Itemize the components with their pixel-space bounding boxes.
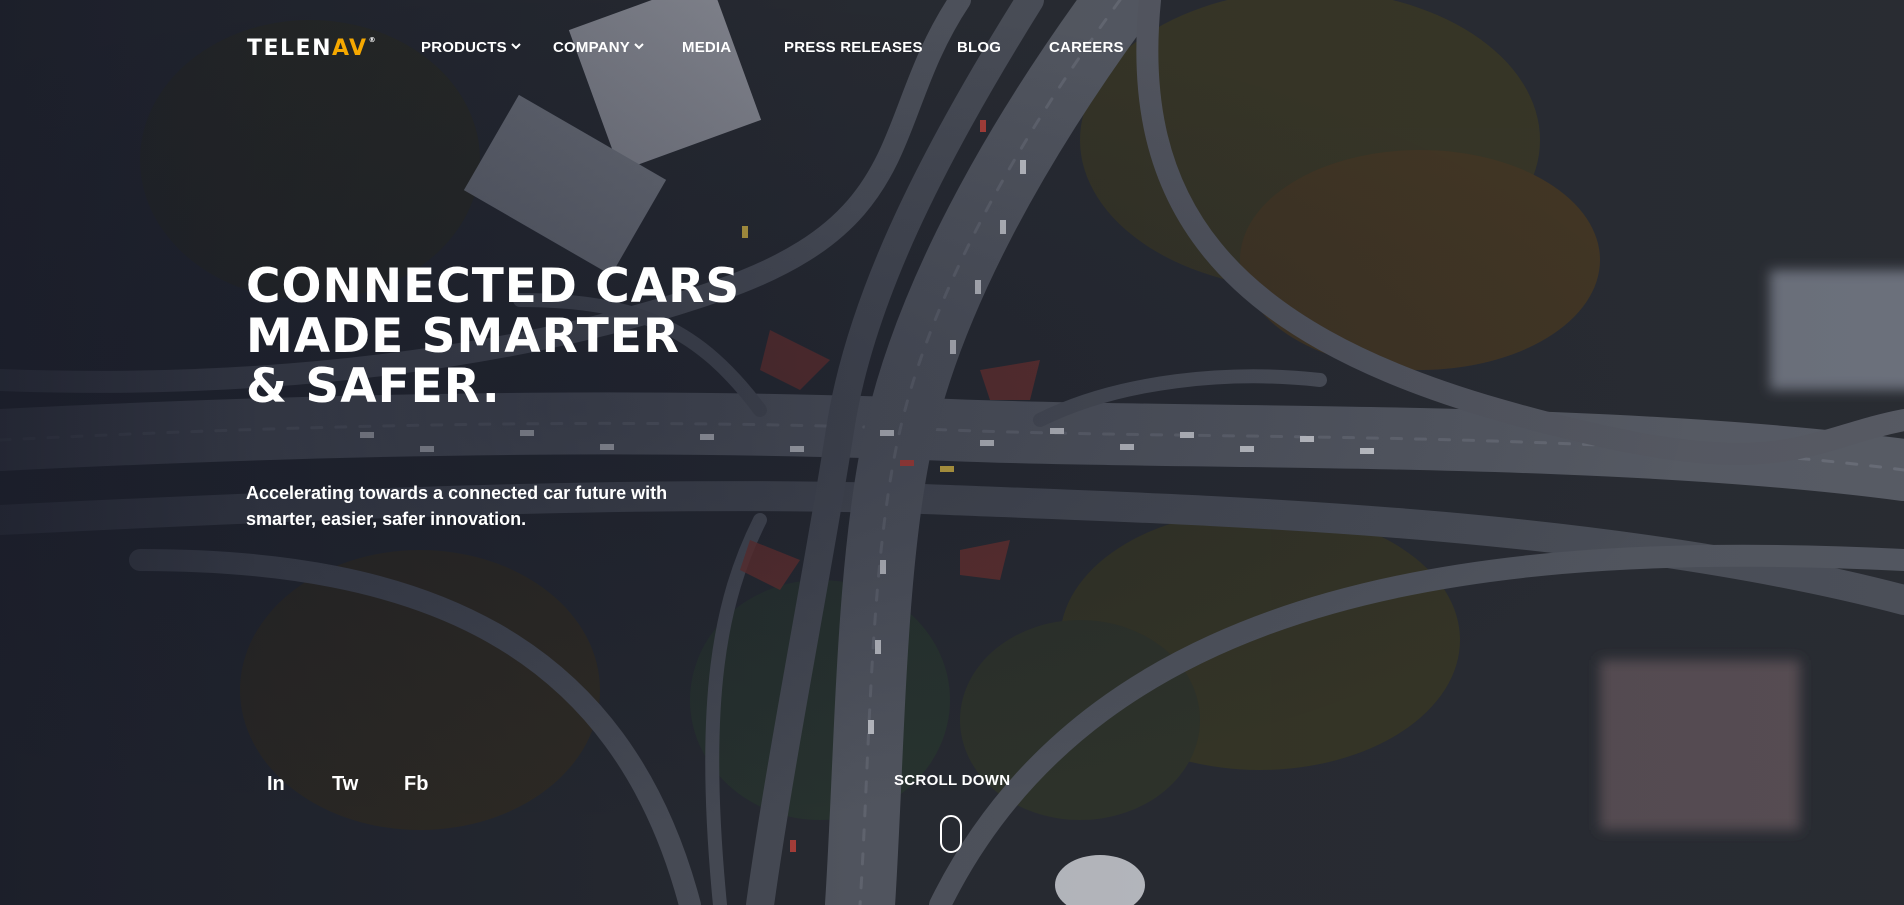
- nav-item-blog[interactable]: BLOG: [957, 39, 1001, 56]
- hero-title: CONNECTED CARS MADE SMARTER & SAFER.: [246, 262, 740, 412]
- scroll-down-label: SCROLL DOWN: [894, 772, 1011, 789]
- nav-item-careers[interactable]: CAREERS: [1049, 39, 1124, 56]
- hero-subtitle: Accelerating towards a connected car fut…: [246, 483, 668, 529]
- nav-item-label: CAREERS: [1049, 39, 1124, 56]
- chevron-down-icon: [511, 43, 521, 50]
- twitter-link[interactable]: Tw: [332, 773, 358, 796]
- mouse-icon[interactable]: [940, 815, 962, 853]
- hero-title-line: MADE SMARTER: [246, 309, 681, 364]
- nav-item-label: PRODUCTS: [421, 39, 507, 56]
- linkedin-link[interactable]: In: [267, 773, 285, 796]
- logo-text-accent: AV: [332, 36, 368, 61]
- hero-title-line: & SAFER.: [246, 359, 501, 414]
- site-header: TELENAV® PRODUCTS COMPANY MEDIA PRESS RE…: [0, 0, 1904, 96]
- nav-item-label: PRESS RELEASES: [784, 39, 923, 56]
- nav-item-company[interactable]: COMPANY: [553, 39, 644, 56]
- nav-item-label: BLOG: [957, 39, 1002, 56]
- nav-item-products[interactable]: PRODUCTS: [421, 39, 521, 56]
- facebook-link[interactable]: Fb: [404, 773, 428, 796]
- nav-item-media[interactable]: MEDIA: [682, 39, 731, 56]
- nav-item-label: COMPANY: [553, 39, 630, 56]
- registered-mark: ®: [368, 36, 378, 44]
- telenav-logo[interactable]: TELENAV®: [247, 36, 377, 61]
- chevron-down-icon: [634, 43, 644, 50]
- hero-overlay: [0, 0, 1904, 905]
- nav-item-press-releases[interactable]: PRESS RELEASES: [784, 39, 923, 56]
- logo-text-main: TELEN: [247, 36, 332, 61]
- hero-title-line: CONNECTED CARS: [246, 259, 741, 314]
- nav-item-label: MEDIA: [682, 39, 732, 56]
